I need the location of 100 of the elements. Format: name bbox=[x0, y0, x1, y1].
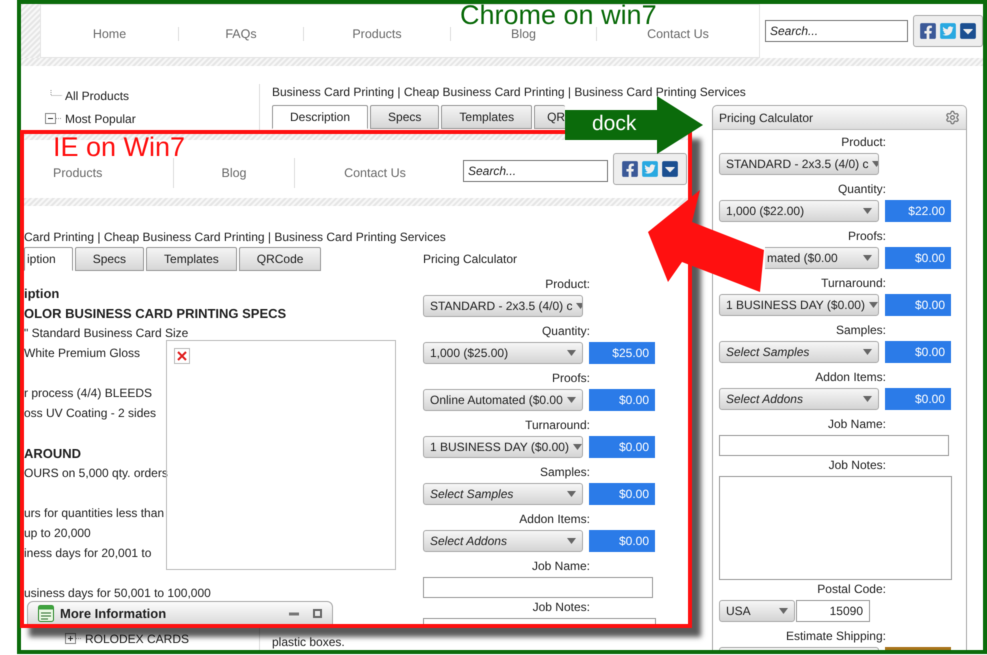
price-field: $25.00 bbox=[589, 342, 655, 364]
dropdown[interactable]: 1 BUSINESS DAY ($0.00) bbox=[719, 294, 879, 316]
caret-icon bbox=[567, 350, 576, 356]
bar-title: More Information bbox=[60, 606, 166, 621]
price-field: $0.00 bbox=[589, 530, 655, 552]
caret-icon bbox=[863, 255, 872, 261]
description-text: up to 20,000 bbox=[24, 526, 91, 540]
minimize-icon[interactable] bbox=[289, 612, 299, 616]
maximize-icon[interactable] bbox=[313, 609, 322, 618]
tab[interactable]: Templates bbox=[441, 105, 532, 129]
page-title: Card Printing | Cheap Business Card Printing | Business Card Printing Services bbox=[24, 229, 446, 245]
field-label: Job Name: bbox=[530, 559, 590, 574]
price-field: $0.00 bbox=[885, 341, 951, 363]
notepad-icon bbox=[38, 605, 54, 622]
price-field: $0.00 bbox=[885, 247, 951, 269]
field-label: Samples: bbox=[834, 323, 886, 338]
price-field: $0.00 bbox=[589, 483, 655, 505]
nav-link[interactable]: Contact Us bbox=[295, 158, 455, 188]
dropdown[interactable]: Online Automated ($0.00 bbox=[423, 389, 583, 411]
caret-icon bbox=[779, 608, 788, 614]
nav-link[interactable]: Contact Us bbox=[597, 27, 759, 41]
description-text: OURS on 5,000 qty. orders bbox=[24, 466, 168, 480]
nav-link[interactable]: Blog bbox=[174, 158, 295, 188]
panel-title: Pricing Calculator bbox=[423, 251, 518, 267]
tab[interactable]: QRCode bbox=[238, 247, 322, 271]
field-label: Addon Items: bbox=[814, 370, 886, 385]
field-label: Job Notes: bbox=[828, 458, 886, 473]
price-field: $0.00 bbox=[589, 436, 655, 458]
dropdown[interactable]: Select Samples bbox=[719, 341, 879, 363]
caret-icon bbox=[863, 208, 872, 214]
search-field[interactable]: Search... bbox=[463, 160, 608, 182]
price-field: $0.00 bbox=[589, 389, 655, 411]
caret-icon bbox=[572, 444, 582, 450]
facebook-icon[interactable] bbox=[919, 22, 937, 40]
field-label: Job Name: bbox=[826, 417, 886, 432]
field-label: Turnaround: bbox=[820, 276, 886, 291]
tab[interactable]: Description bbox=[272, 105, 368, 129]
input-field[interactable] bbox=[719, 435, 949, 456]
price-field: $0.00 bbox=[885, 294, 951, 316]
dropdown[interactable]: USA bbox=[719, 600, 795, 622]
nav-link[interactable]: Products bbox=[304, 27, 451, 41]
tab[interactable]: Templates bbox=[146, 247, 237, 271]
tab[interactable]: QR bbox=[534, 105, 566, 129]
description-text: usiness days for 50,001 to 100,000 bbox=[24, 586, 211, 600]
annotation-label: IE on Win7 bbox=[53, 134, 186, 159]
dropdown[interactable]: 1,000 ($25.00) bbox=[423, 342, 583, 364]
field-label: Addon Items: bbox=[518, 512, 590, 527]
search-field[interactable]: Search... bbox=[765, 20, 908, 42]
page-title: Business Card Printing | Cheap Business Card Printing | Business Card Printing Services bbox=[272, 84, 746, 100]
tab[interactable]: iption bbox=[24, 247, 73, 271]
tab[interactable]: Specs bbox=[370, 105, 440, 129]
postal-code-field[interactable]: 15090 bbox=[796, 600, 870, 622]
section-heading: AROUND bbox=[24, 446, 82, 460]
description-text: " Standard Business Card Size bbox=[24, 326, 188, 340]
collapse-icon[interactable] bbox=[45, 113, 62, 124]
tree-item[interactable]: Most Popular bbox=[65, 112, 136, 126]
nav-link[interactable]: Home bbox=[41, 27, 179, 41]
dropdown[interactable]: mated ($0.00 bbox=[765, 247, 879, 269]
more-information-bar[interactable]: More Information bbox=[27, 601, 333, 624]
field-label: Proofs: bbox=[550, 371, 590, 386]
caret-icon bbox=[863, 396, 872, 402]
dropdown[interactable]: Select Addons bbox=[423, 530, 583, 552]
field-label: Estimate Shipping: bbox=[784, 629, 886, 644]
text-area[interactable] bbox=[719, 476, 952, 580]
section-heading: OLOR BUSINESS CARD PRINTING SPECS bbox=[24, 306, 286, 320]
expand-icon[interactable] bbox=[65, 633, 82, 644]
field-label: Job Notes: bbox=[532, 600, 590, 615]
description-text: plastic boxes. bbox=[272, 635, 345, 650]
caret-icon bbox=[868, 302, 878, 308]
tab[interactable]: Specs bbox=[74, 247, 144, 271]
input-field[interactable] bbox=[423, 577, 653, 598]
description-text: iness days for 20,001 to bbox=[24, 546, 152, 560]
tree-item[interactable]: ROLODEX CARDS bbox=[85, 632, 190, 646]
dropdown[interactable]: STANDARD - 2x3.5 (4/0) c bbox=[719, 153, 879, 175]
field-label: Turnaround: bbox=[524, 418, 590, 433]
dropdown[interactable]: Select Addons bbox=[719, 388, 879, 410]
dropdown-icon[interactable] bbox=[959, 22, 977, 40]
section-heading: iption bbox=[24, 286, 60, 300]
caret-icon bbox=[567, 538, 576, 544]
field-label: Postal Code: bbox=[816, 582, 886, 597]
caret-icon bbox=[567, 397, 576, 403]
dropdown[interactable]: 1 BUSINESS DAY ($0.00) bbox=[423, 436, 583, 458]
dropdown[interactable]: Select Samples bbox=[423, 483, 583, 505]
nav-link[interactable]: Blog bbox=[451, 27, 597, 41]
description-text: r process (4/4) BLEEDS bbox=[24, 386, 152, 400]
description-text: White Premium Gloss bbox=[24, 346, 140, 360]
settings-icon[interactable] bbox=[945, 110, 960, 125]
dropdown[interactable]: STANDARD - 2x3.5 (4/0) c bbox=[423, 295, 583, 317]
facebook-icon[interactable] bbox=[621, 160, 639, 178]
dropdown[interactable]: 1,000 ($22.00) bbox=[719, 200, 879, 222]
description-text: urs for quantities less than bbox=[24, 506, 164, 520]
field-label: Product: bbox=[840, 135, 886, 150]
dropdown-icon[interactable] bbox=[661, 160, 679, 178]
field-label: Samples: bbox=[538, 465, 590, 480]
tree-item[interactable]: All Products bbox=[65, 88, 130, 102]
nav-link[interactable]: Products bbox=[24, 158, 174, 188]
field-label: Quantity: bbox=[836, 182, 886, 197]
caret-icon bbox=[863, 349, 872, 355]
nav-link[interactable]: FAQs bbox=[179, 27, 304, 41]
field-label: Quantity: bbox=[540, 324, 590, 339]
